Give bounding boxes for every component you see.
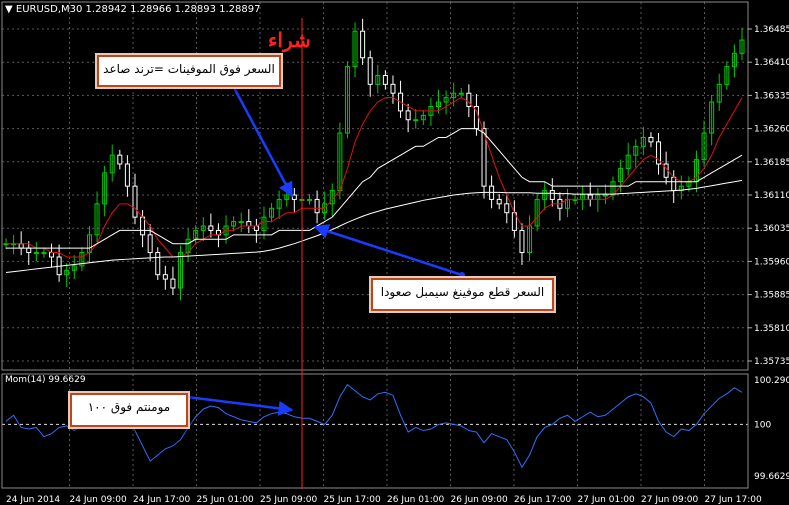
candle-body — [162, 274, 168, 280]
x-tick-label: 26 Jun 01:00 — [387, 495, 444, 505]
candle-body — [170, 278, 176, 289]
symbol-label: EURUSD,M30 — [15, 4, 83, 15]
x-tick-label: 25 Jun 09:00 — [260, 495, 317, 505]
y-tick-label: 1.35810 — [754, 324, 789, 334]
x-tick-label: 26 Jun 09:00 — [451, 495, 508, 505]
y-tick-label: 1.36485 — [754, 25, 789, 35]
candle-body — [458, 92, 464, 95]
candle-body — [413, 119, 419, 122]
candle-body — [140, 216, 146, 236]
candle-body — [382, 74, 388, 85]
candle-body — [155, 252, 161, 276]
annotation-cross: السعر قطع موفينغ سيمبل صعودا — [371, 278, 554, 311]
candle-body — [587, 194, 593, 200]
candle-body — [314, 198, 320, 214]
candle-body — [549, 190, 555, 200]
candle-body — [18, 243, 24, 249]
annotation-momentum: مومنتم فوق ١٠٠ — [70, 393, 188, 427]
x-tick-label: 25 Jun 17:00 — [324, 495, 381, 505]
candle-body — [671, 176, 677, 192]
chart-header: ▼ EURUSD,M30 1.28942 1.28966 1.28893 1.2… — [5, 4, 261, 15]
annotation-trend: السعر فوق الموفينات =ترند صاعد — [97, 55, 281, 87]
candle-body — [360, 30, 366, 59]
buy-signal-label: شراء — [268, 28, 311, 52]
momentum-title: Mom(14) 99.6629 — [5, 375, 86, 385]
candle-body — [602, 194, 608, 197]
y-tick-label: 1.36410 — [754, 58, 789, 68]
candle-body — [405, 110, 411, 121]
x-tick-label: 24 Jun 09:00 — [70, 495, 127, 505]
y-tick-label: 1.36335 — [754, 91, 789, 101]
candle-body — [390, 83, 396, 94]
candle-body — [124, 163, 130, 187]
candle-body — [504, 203, 510, 214]
candle-body — [519, 229, 525, 254]
x-tick-label: 24 Jun 2014 — [6, 495, 60, 505]
candle-body — [49, 252, 55, 258]
candle-body — [208, 225, 214, 231]
momentum-y-tick-label: 100.2902 — [754, 376, 789, 386]
candle-body — [33, 252, 39, 255]
y-tick-label: 1.35735 — [754, 357, 789, 367]
x-tick-label: 27 Jun 01:00 — [578, 495, 635, 505]
y-tick-label: 1.36260 — [754, 125, 789, 135]
x-tick-label: 25 Jun 01:00 — [197, 495, 254, 505]
candle-body — [26, 247, 32, 254]
candle-body — [41, 252, 47, 255]
y-tick-label: 1.35960 — [754, 257, 789, 267]
candle-body — [253, 225, 259, 231]
x-tick-label: 27 Jun 09:00 — [641, 495, 698, 505]
x-tick-label: 26 Jun 17:00 — [514, 495, 571, 505]
candle-body — [648, 136, 654, 143]
y-tick-label: 1.36110 — [754, 191, 789, 201]
momentum-y-tick-label: 99.6629 — [754, 472, 789, 482]
momentum-y-tick-label: 100 — [754, 420, 771, 430]
x-tick-label: 24 Jun 17:00 — [133, 495, 190, 505]
candle-body — [466, 92, 472, 107]
x-tick-label: 27 Jun 17:00 — [705, 495, 762, 505]
candle-body — [246, 221, 252, 227]
candle-body — [147, 234, 153, 254]
candle-body — [367, 57, 373, 85]
candle-body — [291, 194, 297, 200]
y-tick-label: 1.36185 — [754, 158, 789, 168]
candle-body — [117, 154, 123, 165]
candle-body — [238, 221, 244, 224]
candle-body — [307, 198, 313, 201]
ohlc-values: 1.28942 1.28966 1.28893 1.28897 — [85, 4, 261, 15]
y-tick-label: 1.35885 — [754, 291, 789, 301]
candle-body — [496, 198, 502, 205]
candle-body — [132, 185, 138, 218]
y-tick-label: 1.36035 — [754, 224, 789, 234]
triangle-down-icon[interactable]: ▼ — [5, 4, 16, 15]
